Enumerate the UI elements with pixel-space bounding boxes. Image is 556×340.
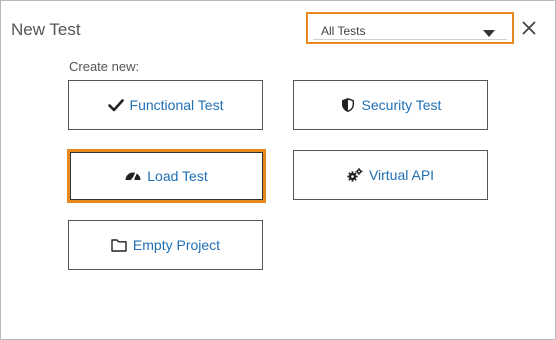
- filter-select-field[interactable]: All Tests: [313, 17, 507, 40]
- new-test-dialog: New Test All Tests Create new: Functiona…: [0, 0, 556, 340]
- close-button[interactable]: [519, 18, 539, 38]
- security-test-label: Security Test: [361, 97, 442, 113]
- virtual-api-button[interactable]: Virtual API: [293, 150, 488, 200]
- security-test-button[interactable]: Security Test: [293, 80, 488, 130]
- create-new-label: Create new:: [69, 59, 140, 74]
- dialog-title: New Test: [11, 20, 81, 39]
- filter-selected-value: All Tests: [321, 24, 366, 38]
- load-test-button[interactable]: Load Test: [67, 149, 266, 203]
- load-test-label: Load Test: [147, 168, 208, 184]
- gauge-icon: [125, 168, 141, 184]
- folder-icon: [111, 237, 127, 253]
- gears-icon: [347, 167, 363, 183]
- empty-project-button[interactable]: Empty Project: [68, 220, 263, 270]
- functional-test-label: Functional Test: [129, 97, 224, 113]
- chevron-down-icon[interactable]: [483, 30, 495, 37]
- functional-test-button[interactable]: Functional Test: [68, 80, 263, 130]
- empty-project-label: Empty Project: [132, 237, 221, 253]
- test-type-filter-dropdown[interactable]: All Tests: [306, 12, 514, 44]
- shield-icon: [340, 97, 356, 113]
- checkmark-icon: [107, 97, 124, 113]
- virtual-api-label: Virtual API: [368, 167, 435, 183]
- close-icon: [522, 21, 536, 35]
